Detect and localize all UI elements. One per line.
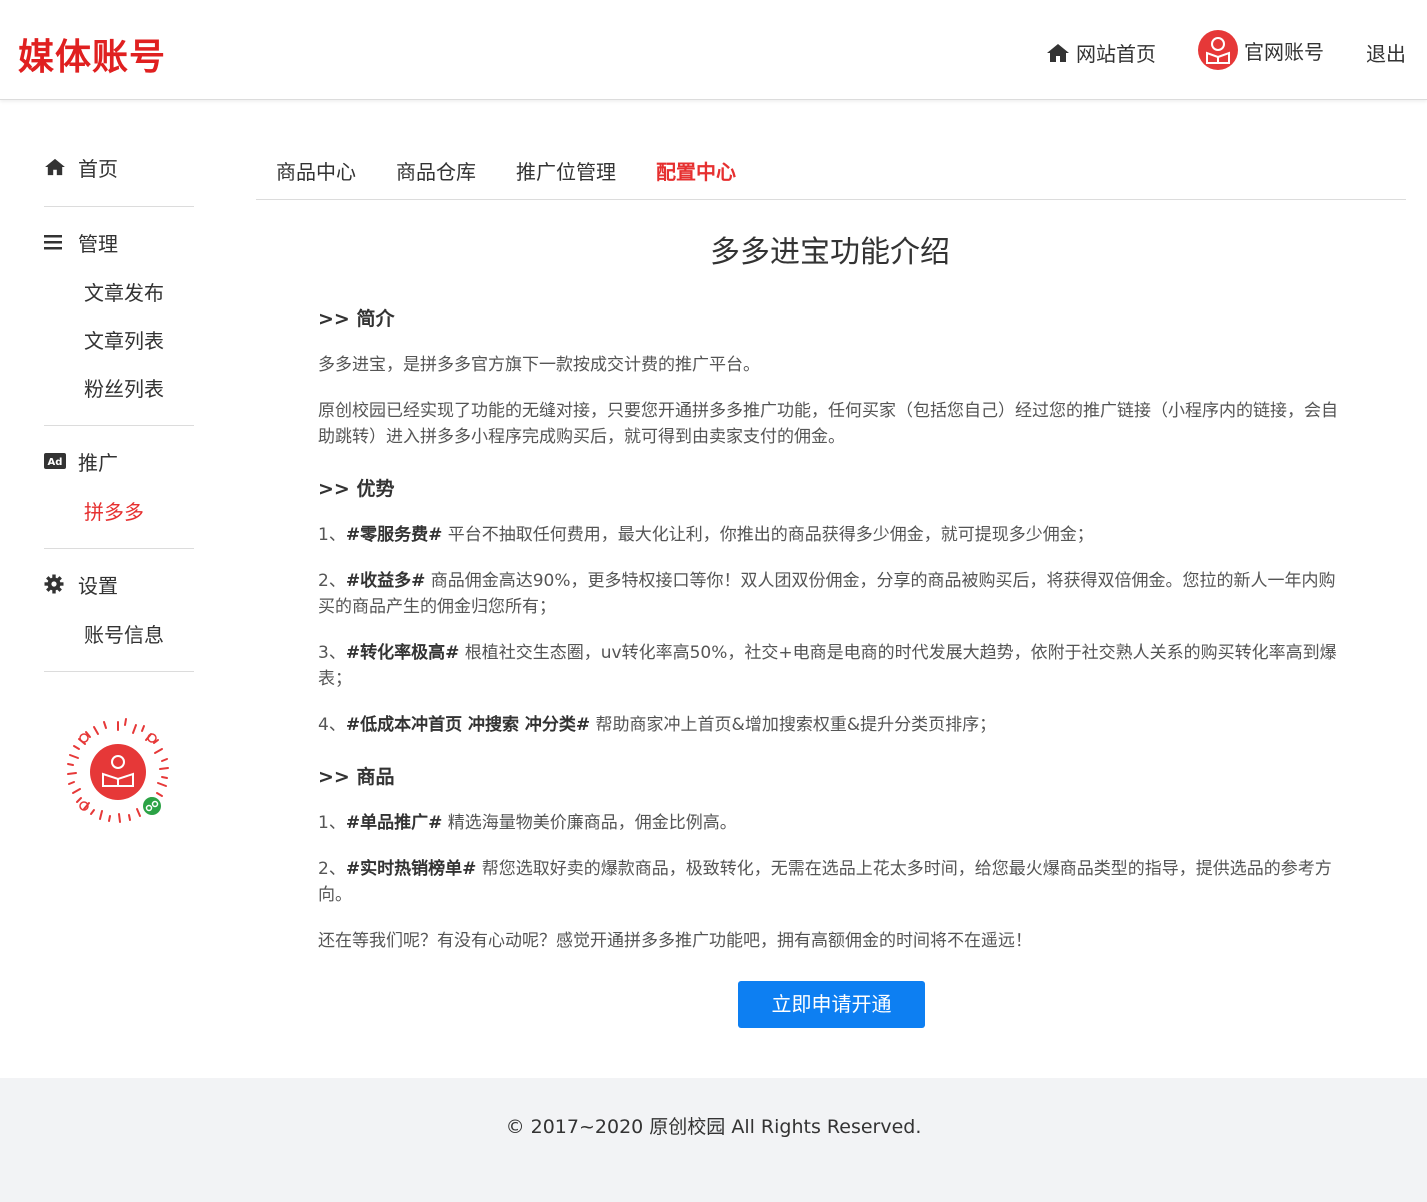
tab-goods-warehouse[interactable]: 商品仓库: [376, 150, 496, 199]
logout-link[interactable]: 退出: [1366, 38, 1406, 67]
svg-text:Ad: Ad: [48, 457, 63, 468]
home-icon: [44, 158, 70, 176]
sidebar-item-fans-list[interactable]: 粉丝列表: [44, 365, 194, 413]
sidebar-item-article-list[interactable]: 文章列表: [44, 317, 194, 365]
goods-item: 2、#实时热销榜单# 帮您选取好卖的爆款商品，极致转化，无需在选品上花太多时间，…: [318, 859, 1332, 905]
advantage-tag: #零服务费#: [345, 525, 443, 545]
sidebar-manage[interactable]: 管理: [44, 215, 194, 269]
advantage-item: 1、#零服务费# 平台不抽取任何费用，最大化让利，你推出的商品获得多少佣金，就可…: [318, 525, 1094, 545]
menu-icon: [44, 234, 70, 250]
brand-logo[interactable]: 媒体账号: [18, 28, 166, 80]
user-avatar-icon: [1198, 30, 1238, 70]
divider: [44, 671, 194, 672]
sidebar: 首页 管理 文章发布 文章列表 粉丝列表 Ad 推广 拼多多 设置 账号信息: [44, 140, 194, 680]
sidebar-home[interactable]: 首页: [44, 140, 194, 194]
main-content: 多多进宝功能介绍 >> 简介 多多进宝，是拼多多官方旗下一款按成交计费的推广平台…: [318, 228, 1338, 954]
gear-icon: [44, 574, 70, 594]
copyright-text: © 2017~2020 原创校园 All Rights Reserved.: [505, 1116, 922, 1138]
sidebar-promo[interactable]: Ad 推广: [44, 434, 194, 488]
tab-bar: 商品中心 商品仓库 推广位管理 配置中心: [256, 150, 1406, 200]
apply-button[interactable]: 立即申请开通: [738, 981, 925, 1028]
goods-tag: #单品推广#: [345, 813, 443, 833]
sidebar-manage-label: 管理: [78, 231, 118, 256]
advantage-tag: #收益多#: [345, 571, 426, 591]
divider: [44, 548, 194, 549]
advantage-item: 3、#转化率极高# 根植社交生态圈，uv转化率高50%，社交+电商是电商的时代发…: [318, 643, 1337, 689]
advantage-tag: #转化率极高#: [345, 643, 460, 663]
site-home-link[interactable]: 网站首页: [1046, 38, 1156, 67]
advantage-item: 4、#低成本冲首页 冲搜索 冲分类# 帮助商家冲上首页&增加搜索权重&提升分类页…: [318, 715, 997, 735]
divider: [44, 425, 194, 426]
closing-text: 还在等我们呢？有没有心动呢？感觉开通拼多多推广功能吧，拥有高额佣金的时间将不在遥…: [318, 931, 1032, 951]
advantage-heading: >> 优势: [318, 478, 395, 500]
page-title: 多多进宝功能介绍: [710, 235, 950, 270]
site-home-label: 网站首页: [1076, 42, 1156, 66]
sidebar-promo-label: 推广: [78, 450, 118, 475]
top-header: 媒体账号 网站首页 官网账号 退出: [0, 0, 1427, 100]
sidebar-item-account-info[interactable]: 账号信息: [44, 611, 194, 659]
official-account-label: 官网账号: [1244, 39, 1324, 64]
tab-promo-slot-management[interactable]: 推广位管理: [496, 150, 636, 199]
sidebar-item-article-publish[interactable]: 文章发布: [44, 269, 194, 317]
qr-code-icon: [67, 718, 169, 823]
intro-paragraph-1: 多多进宝，是拼多多官方旗下一款按成交计费的推广平台。: [318, 355, 760, 375]
goods-tag: #实时热销榜单#: [345, 859, 477, 879]
tab-goods-center[interactable]: 商品中心: [256, 150, 376, 199]
advantage-item: 2、#收益多# 商品佣金高达90%，更多特权接口等你！双人团双份佣金，分享的商品…: [318, 571, 1336, 617]
goods-heading: >> 商品: [318, 766, 395, 788]
tab-config-center[interactable]: 配置中心: [636, 150, 756, 199]
home-icon: [1047, 43, 1069, 62]
sidebar-settings[interactable]: 设置: [44, 557, 194, 611]
sidebar-settings-label: 设置: [78, 573, 118, 598]
official-account-link[interactable]: 官网账号: [1198, 30, 1324, 70]
ad-icon: Ad: [44, 453, 70, 469]
sidebar-home-label: 首页: [78, 156, 118, 181]
intro-heading: >> 简介: [318, 308, 395, 330]
advantage-tag: #低成本冲首页 冲搜索 冲分类#: [345, 715, 591, 735]
goods-item: 1、#单品推广# 精选海量物美价廉商品，佣金比例高。: [318, 813, 737, 833]
intro-paragraph-2: 原创校园已经实现了功能的无缝对接，只要您开通拼多多推广功能，任何买家（包括您自己…: [318, 401, 1338, 447]
sidebar-item-pinduoduo[interactable]: 拼多多: [44, 488, 194, 536]
footer: [0, 1078, 1427, 1202]
divider: [44, 206, 194, 207]
